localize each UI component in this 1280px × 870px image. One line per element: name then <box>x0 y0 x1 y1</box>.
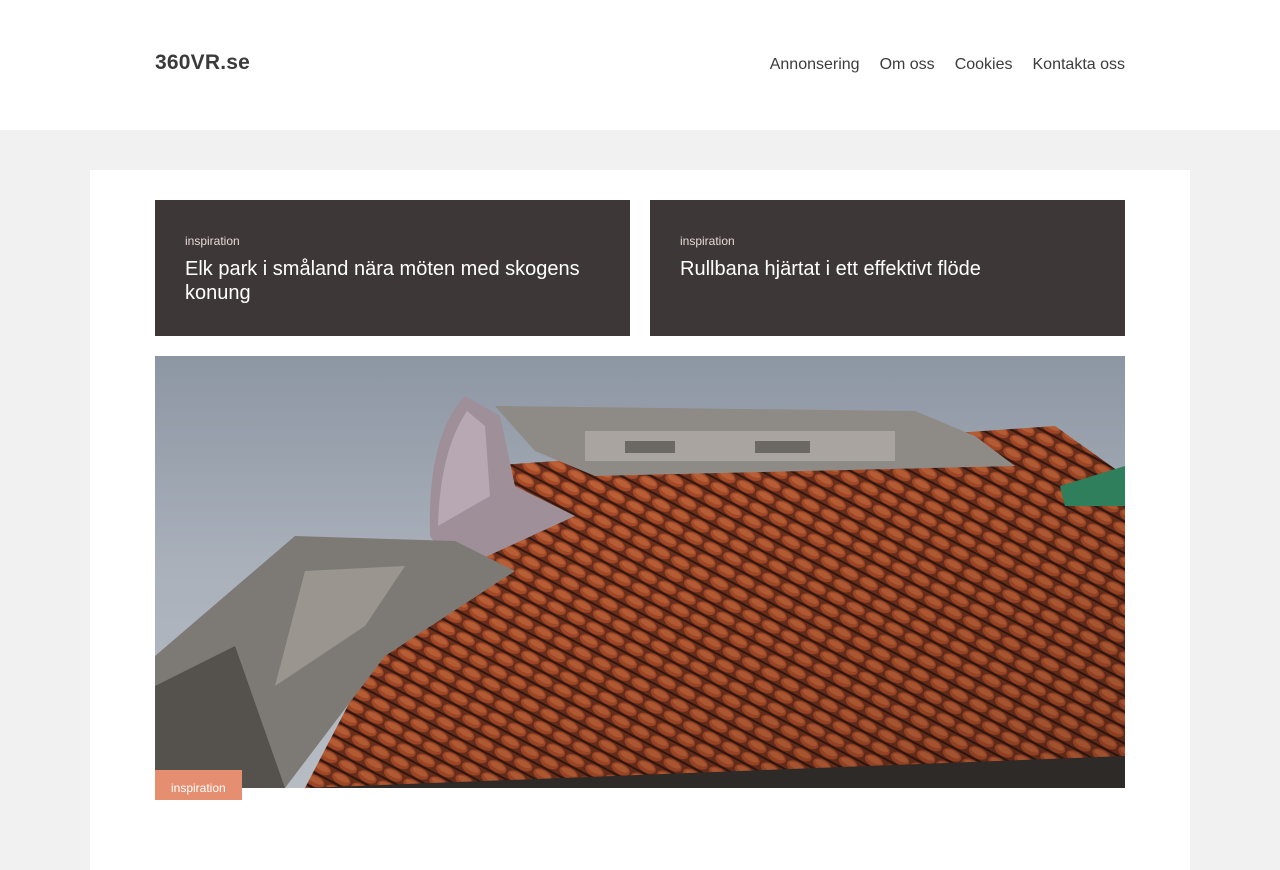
main-content: inspiration Elk park i småland nära möte… <box>90 170 1190 870</box>
site-logo[interactable]: 360VR.se <box>155 51 250 75</box>
tiled-roof-photo <box>155 356 1125 788</box>
article-card-rullbana[interactable]: inspiration Rullbana hjärtat i ett effek… <box>650 200 1125 336</box>
nav-item-cookies[interactable]: Cookies <box>955 56 1013 74</box>
hero-image[interactable] <box>155 356 1125 788</box>
nav-item-annonsering[interactable]: Annonsering <box>770 56 860 74</box>
card-category[interactable]: inspiration <box>185 234 600 248</box>
card-category[interactable]: inspiration <box>680 234 1095 248</box>
article-card-elk-park[interactable]: inspiration Elk park i småland nära möte… <box>155 200 630 336</box>
nav-item-kontakta-oss[interactable]: Kontakta oss <box>1033 56 1126 74</box>
card-title[interactable]: Rullbana hjärtat i ett effektivt flöde <box>680 257 1095 281</box>
hero-category-badge[interactable]: inspiration <box>155 770 242 800</box>
main-nav: Annonsering Om oss Cookies Kontakta oss <box>770 56 1125 74</box>
nav-item-om-oss[interactable]: Om oss <box>880 56 935 74</box>
site-header: 360VR.se Annonsering Om oss Cookies Kont… <box>0 0 1280 130</box>
card-title[interactable]: Elk park i småland nära möten med skogen… <box>185 257 600 305</box>
